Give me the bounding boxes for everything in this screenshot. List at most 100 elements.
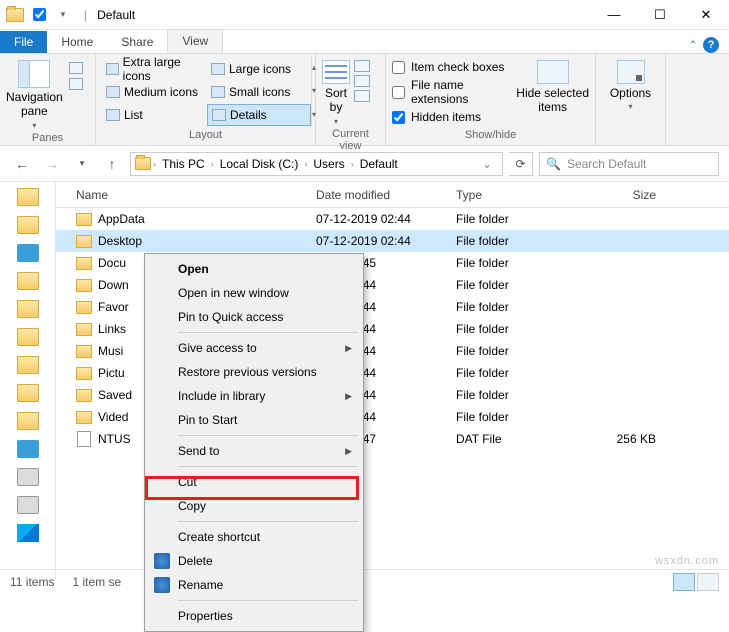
layout-medium-icons[interactable]: Medium icons (102, 81, 206, 103)
help-icon[interactable]: ? (703, 37, 719, 53)
tree-folder-icon[interactable] (17, 328, 39, 346)
tab-home[interactable]: Home (47, 31, 107, 53)
cm-cut[interactable]: Cut (148, 470, 360, 494)
submenu-arrow-icon: ▶ (345, 391, 352, 402)
qat-dropdown-icon[interactable]: ▾ (52, 4, 74, 26)
tab-file[interactable]: File (0, 31, 47, 53)
breadcrumb-default[interactable]: Default (356, 157, 402, 171)
tree-folder-icon[interactable] (17, 216, 39, 234)
details-pane-button[interactable] (69, 78, 83, 90)
cm-separator (178, 332, 358, 333)
cm-pin-start[interactable]: Pin to Start (148, 408, 360, 432)
details-view-toggle[interactable] (673, 573, 695, 591)
breadcrumb-users[interactable]: Users (309, 157, 348, 171)
cell-type: File folder (456, 256, 586, 270)
refresh-button[interactable]: ⟳ (509, 152, 533, 176)
layout-list[interactable]: List (102, 104, 206, 126)
col-type[interactable]: Type (456, 188, 586, 202)
status-item-count: 11 items (10, 575, 54, 589)
tree-folder-icon[interactable] (17, 300, 39, 318)
breadcrumb-this-pc[interactable]: This PC (158, 157, 209, 171)
cm-delete[interactable]: Delete (148, 549, 360, 573)
folder-icon[interactable] (4, 4, 26, 26)
tab-view[interactable]: View (167, 29, 223, 53)
qat-checkbox[interactable] (28, 4, 50, 26)
breadcrumb-local-disk[interactable]: Local Disk (C:) (216, 157, 303, 171)
tab-share[interactable]: Share (107, 31, 167, 53)
ribbon-group-options: Options ▾ (596, 54, 666, 145)
recent-dropdown-icon[interactable]: ▾ (70, 152, 94, 176)
layout-group-label: Layout (102, 127, 309, 145)
tree-windows-icon[interactable] (17, 524, 39, 542)
tree-folder-icon[interactable] (17, 272, 39, 290)
item-check-boxes-toggle[interactable]: Item check boxes (392, 60, 506, 74)
add-columns-button[interactable] (354, 75, 370, 87)
preview-pane-button[interactable] (69, 62, 83, 74)
options-button[interactable]: Options ▾ (602, 56, 659, 111)
back-button[interactable]: ← (10, 152, 34, 176)
table-row[interactable]: AppData07-12-2019 02:44File folder (56, 208, 729, 230)
navigation-pane-button[interactable]: Navigation pane ▾ (6, 56, 63, 130)
layout-small-icons[interactable]: Small icons (207, 81, 311, 103)
size-columns-button[interactable] (354, 90, 370, 102)
cm-open[interactable]: Open (148, 257, 360, 281)
cell-date: 07-12-2019 02:44 (316, 212, 456, 226)
layout-large-icons[interactable]: Large icons (207, 58, 311, 80)
minimize-button[interactable]: — (591, 0, 637, 30)
ribbon-collapse-icon[interactable]: ⌃ (689, 40, 697, 51)
hide-icon (537, 60, 569, 84)
tree-folder-icon[interactable] (17, 384, 39, 402)
up-button[interactable]: ↑ (100, 152, 124, 176)
folder-icon (76, 411, 92, 424)
tree-drive-icon[interactable] (17, 468, 39, 486)
content-area: Name Date modified Type Size AppData07-1… (0, 182, 729, 580)
hidden-items-toggle[interactable]: Hidden items (392, 110, 506, 124)
tree-folder-icon[interactable] (17, 188, 39, 206)
table-row[interactable]: Desktop07-12-2019 02:44File folder (56, 230, 729, 252)
cm-open-new-window[interactable]: Open in new window (148, 281, 360, 305)
cell-type: File folder (456, 388, 586, 402)
hide-selected-button[interactable]: Hide selected items (516, 56, 589, 124)
search-icon: 🔍 (546, 157, 561, 171)
window-title: Default (97, 8, 135, 22)
chevron-down-icon: ▾ (32, 121, 36, 130)
breadcrumb-dropdown-icon[interactable]: ⌄ (476, 157, 498, 171)
large-icons-view-toggle[interactable] (697, 573, 719, 591)
layout-extra-large-icons[interactable]: Extra large icons (102, 58, 206, 80)
file-name-extensions-toggle[interactable]: File name extensions (392, 78, 506, 106)
close-button[interactable]: ✕ (683, 0, 729, 30)
col-name[interactable]: Name (56, 188, 316, 202)
cm-send-to[interactable]: Send to▶ (148, 439, 360, 463)
navigation-tree[interactable] (0, 182, 56, 580)
cell-size: 256 KB (586, 432, 666, 446)
shield-icon (154, 553, 170, 569)
cm-properties[interactable]: Properties (148, 604, 360, 628)
tree-onedrive-icon[interactable] (17, 244, 39, 262)
maximize-button[interactable]: ☐ (637, 0, 683, 30)
cm-restore-versions[interactable]: Restore previous versions (148, 360, 360, 384)
cell-type: File folder (456, 234, 586, 248)
tree-onedrive-icon[interactable] (17, 440, 39, 458)
tree-folder-icon[interactable] (17, 412, 39, 430)
cell-type: File folder (456, 212, 586, 226)
tree-folder-icon[interactable] (17, 356, 39, 374)
cm-include-library[interactable]: Include in library▶ (148, 384, 360, 408)
forward-button[interactable]: → (40, 152, 64, 176)
file-icon (77, 431, 91, 447)
group-by-button[interactable] (354, 60, 370, 72)
tree-drive-icon[interactable] (17, 496, 39, 514)
cm-copy[interactable]: Copy (148, 494, 360, 518)
cell-type: File folder (456, 344, 586, 358)
col-date[interactable]: Date modified (316, 188, 456, 202)
cm-create-shortcut[interactable]: Create shortcut (148, 525, 360, 549)
cm-give-access[interactable]: Give access to▶ (148, 336, 360, 360)
col-size[interactable]: Size (586, 188, 666, 202)
search-input[interactable]: 🔍 Search Default (539, 152, 719, 176)
cm-rename[interactable]: Rename (148, 573, 360, 597)
breadcrumb[interactable]: › This PC › Local Disk (C:) › Users › De… (130, 152, 503, 176)
layout-details[interactable]: Details (207, 104, 311, 126)
context-menu: Open Open in new window Pin to Quick acc… (144, 253, 364, 632)
sort-by-button[interactable]: Sort by ▾ (322, 56, 350, 126)
cm-pin-quick-access[interactable]: Pin to Quick access (148, 305, 360, 329)
quick-access-toolbar: ▾ (0, 4, 78, 26)
